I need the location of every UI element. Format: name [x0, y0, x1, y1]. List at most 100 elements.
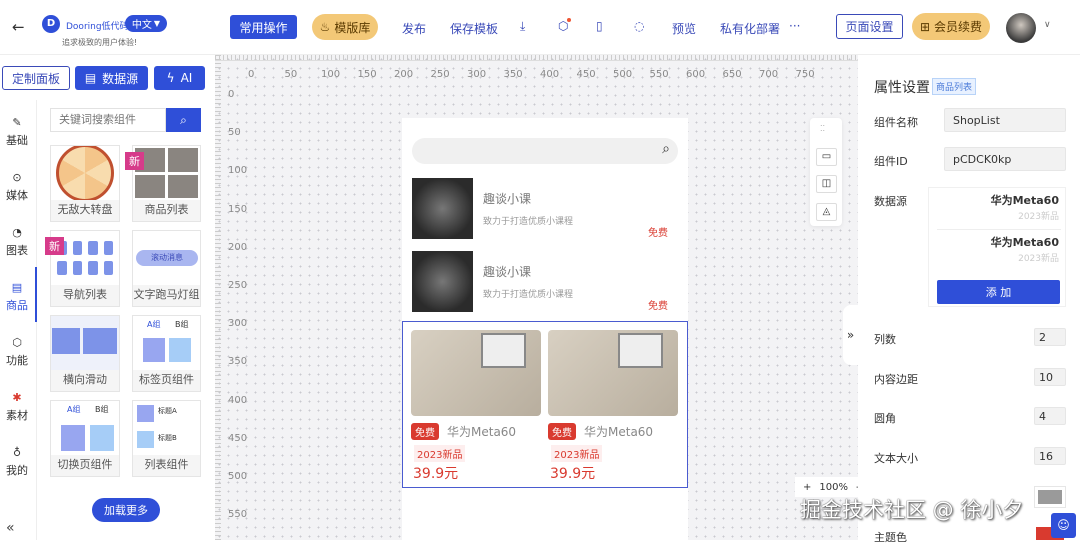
datasource-item-title[interactable]: 华为Meta60 — [991, 192, 1059, 208]
save-template-link[interactable]: 保存模板 — [450, 20, 498, 37]
nav-item-basic[interactable]: ✎ 基础 — [0, 116, 34, 148]
membership-button[interactable]: ⊞ 会员续费 — [912, 13, 990, 40]
radius-input[interactable]: 4 — [1034, 407, 1066, 425]
component-card-tabs[interactable]: A组 B组 标签页组件 — [132, 315, 201, 392]
nav-label: 素材 — [6, 409, 28, 422]
ruler-y-label: 250 — [228, 280, 248, 291]
component-card-nav-list[interactable]: 导航列表 新 — [45, 230, 120, 307]
nav-item-chart[interactable]: ◔ 图表 — [0, 226, 34, 258]
color-picker[interactable] — [1034, 486, 1066, 508]
slogan: 追求极致的用户体验! — [62, 38, 138, 47]
component-card-wheel[interactable]: 无敌大转盘 — [50, 145, 120, 222]
title-a-label: 标题A — [158, 407, 177, 415]
collapse-icon[interactable]: « — [6, 520, 15, 536]
preview-link[interactable]: 预览 — [672, 20, 696, 37]
notification-dot — [567, 18, 571, 22]
ruler-x-label: 650 — [722, 69, 742, 80]
nav-item-function[interactable]: ⬡ 功能 — [0, 336, 34, 368]
refresh-icon[interactable]: ◌ — [634, 19, 644, 33]
page-settings-button[interactable]: 页面设置 — [836, 14, 903, 39]
course-item[interactable]: 趣谈小课 致力于打造优质小课程 免费 — [412, 251, 678, 313]
component-label: 文字跑马灯组 — [133, 288, 200, 301]
nav-item-media[interactable]: ⊙ 媒体 — [0, 171, 34, 203]
download-icon[interactable]: ⤓ — [520, 19, 525, 34]
search-button[interactable]: ⌕ — [166, 108, 201, 132]
component-card-marquee[interactable]: 滚动消息 文字跑马灯组 — [132, 230, 201, 307]
phone-preview[interactable]: ⌕ 趣谈小课 致力于打造优质小课程 免费 趣谈小课 致力于打造优质小课程 免费 … — [402, 118, 688, 540]
language-select[interactable]: 中文 ▼ — [125, 15, 167, 32]
left-nav: ✎ 基础 ⊙ 媒体 ◔ 图表 ▤ 商品 ⬡ 功能 ✱ 素材 ♁ 我的 « — [0, 100, 37, 540]
component-id-input[interactable]: pCDCK0kp — [944, 147, 1066, 171]
product-name: 华为Meta60 — [447, 425, 517, 439]
active-indicator — [35, 267, 37, 322]
columns-label: 列数 — [874, 333, 896, 346]
drag-handle-icon[interactable]: ⁚⁚ — [820, 124, 825, 133]
avatar[interactable] — [1006, 13, 1036, 43]
ruler-y-label: 500 — [228, 471, 248, 482]
user-icon: ♁ — [12, 446, 22, 459]
pdf-icon[interactable]: ▯ — [596, 19, 603, 33]
ruler-x-label: 450 — [576, 69, 596, 80]
component-card-product-list[interactable]: 商品列表 新 — [125, 145, 201, 222]
desktop-icon[interactable]: ▭ — [816, 148, 837, 166]
logo-icon: D — [42, 15, 60, 33]
nav-item-goods[interactable]: ▤ 商品 — [0, 281, 34, 313]
nav-item-material[interactable]: ✱ 素材 — [0, 391, 34, 423]
back-arrow-icon[interactable]: ← — [12, 18, 25, 36]
ruler-x-label: 250 — [430, 69, 450, 80]
columns-input[interactable]: 2 — [1034, 328, 1066, 346]
load-more-button[interactable]: 加载更多 — [92, 498, 160, 522]
title-b-label: 标题B — [158, 434, 177, 442]
datasource-list: 华为Meta60 2023新品 华为Meta60 2023新品 添 加 — [928, 187, 1066, 307]
publish-link[interactable]: 发布 — [402, 20, 426, 37]
component-panel: ⌕ 无敌大转盘 商品列表 新 导航列表 新 滚动消息 文字跑马灯组 横向滑动 A… — [38, 100, 215, 540]
common-ops-button[interactable]: 常用操作 — [230, 15, 297, 39]
membership-label: 会员续费 — [934, 20, 983, 34]
component-label: 无敌大转盘 — [57, 203, 113, 216]
course-item[interactable]: 趣谈小课 致力于打造优质小课程 免费 — [412, 178, 678, 240]
add-datasource-button[interactable]: 添 加 — [937, 280, 1060, 304]
phone-search-bar[interactable]: ⌕ — [412, 138, 678, 164]
chat-bot-icon[interactable]: ☺ — [1051, 513, 1076, 538]
private-deploy-link[interactable]: 私有化部署 — [720, 20, 780, 37]
font-size-input[interactable]: 16 — [1034, 447, 1066, 465]
component-search-input[interactable] — [50, 108, 166, 132]
nav-item-mine[interactable]: ♁ 我的 — [0, 446, 34, 478]
chevron-down-icon[interactable]: ∨ — [1044, 20, 1051, 30]
search-icon: ⌕ — [180, 112, 187, 127]
paint-bucket-icon[interactable]: ◬ — [816, 203, 837, 221]
component-card-list[interactable]: 标题A 标题B 列表组件 — [132, 400, 201, 477]
nav-label: 功能 — [6, 354, 28, 367]
tab-a-label: A组 — [67, 405, 81, 414]
datasource-item-title[interactable]: 华为Meta60 — [991, 234, 1059, 250]
datasource-button[interactable]: ▤ 数据源 — [75, 66, 148, 90]
ruler-x-label: 550 — [649, 69, 669, 80]
product-image — [411, 330, 541, 416]
component-label: 标签页组件 — [139, 373, 194, 386]
database-icon: ▤ — [84, 71, 97, 85]
component-label: 列表组件 — [144, 458, 189, 471]
theme-color-label: 主题色 — [874, 531, 907, 544]
layout-icon[interactable]: ◫ — [816, 175, 837, 193]
template-library-button[interactable]: ♨ 模版库 — [312, 14, 378, 40]
tab-b-label: B组 — [95, 405, 109, 414]
radius-label: 圆角 — [874, 412, 896, 425]
component-card-switch-page[interactable]: A组 B组 切换页组件 — [50, 400, 120, 477]
ruler-x-label: 100 — [321, 69, 341, 80]
ruler-x-label: 150 — [357, 69, 377, 80]
nav-label: 媒体 — [6, 189, 28, 202]
zoom-in-button[interactable]: + — [803, 482, 811, 493]
expand-panel-button[interactable]: » — [843, 305, 858, 365]
pie-chart-icon: ◔ — [12, 226, 22, 239]
ruler-y-label: 350 — [228, 356, 248, 368]
cube-icon: ⬡ — [12, 336, 22, 349]
more-menu[interactable]: ··· — [789, 19, 800, 33]
component-name-input[interactable]: ShopList — [944, 108, 1066, 132]
marquee-preview: 滚动消息 — [136, 250, 198, 266]
padding-input[interactable]: 10 — [1034, 368, 1066, 386]
selected-shop-list[interactable]: 免费 华为Meta60 2023新品 39.9元 免费 华为Meta60 202… — [402, 321, 688, 488]
ai-button[interactable]: ϟ AI — [154, 66, 205, 90]
component-card-horizontal-scroll[interactable]: 横向滑动 — [50, 315, 120, 392]
custom-panel-button[interactable]: 定制面板 — [2, 66, 70, 90]
datasource-label: 数据源 — [874, 195, 907, 208]
